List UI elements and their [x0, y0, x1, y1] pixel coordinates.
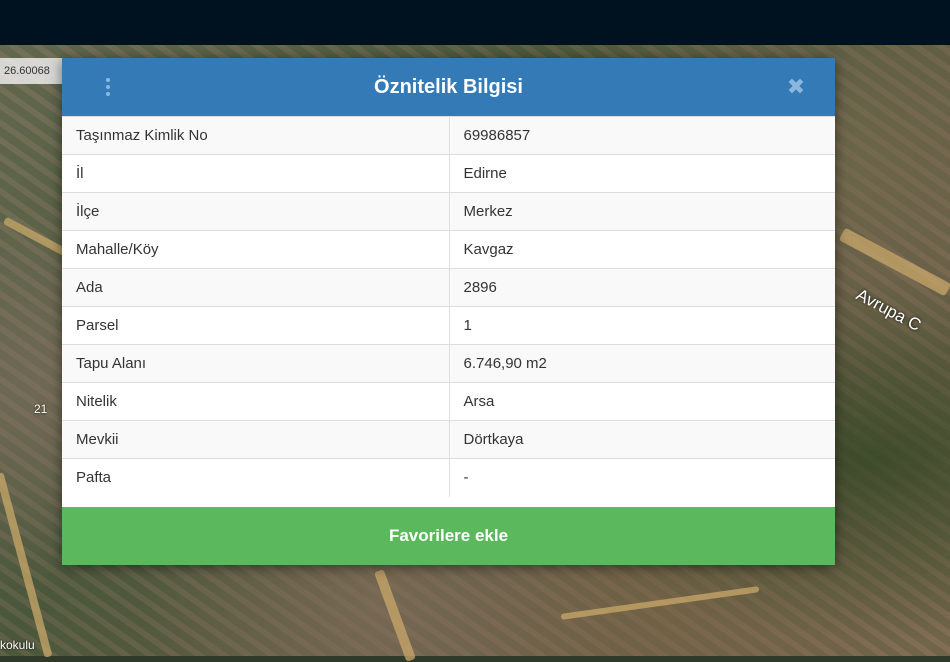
add-to-favorites-button[interactable]: Favorilere ekle	[62, 507, 835, 565]
road	[0, 472, 53, 658]
attribute-key: Nitelik	[62, 382, 450, 421]
attribute-value: 69986857	[449, 116, 835, 155]
dialog-title: Öznitelik Bilgisi	[374, 76, 523, 98]
table-row: Mevkii Dörtkaya	[62, 420, 835, 459]
table-row: İl Edirne	[62, 154, 835, 193]
table-row: Ada 2896	[62, 268, 835, 307]
table-row: Pafta -	[62, 458, 835, 497]
table-row: Parsel 1	[62, 306, 835, 345]
attribute-value: Dörtkaya	[449, 420, 835, 459]
attribute-key: Taşınmaz Kimlik No	[62, 116, 450, 155]
close-icon[interactable]: ✖	[785, 76, 807, 98]
attribute-value: 6.746,90 m2	[449, 344, 835, 383]
attribute-key: Ada	[62, 268, 450, 307]
attribute-key: Pafta	[62, 458, 450, 497]
table-row: Mahalle/Köy Kavgaz	[62, 230, 835, 269]
road	[374, 569, 416, 662]
attribute-key: İl	[62, 154, 450, 193]
road	[560, 586, 760, 620]
building-label: 21	[34, 402, 48, 416]
table-row: Nitelik Arsa	[62, 382, 835, 421]
attribute-value: Merkez	[449, 192, 835, 231]
attribute-key: Tapu Alanı	[62, 344, 450, 383]
top-toolbar	[0, 0, 950, 45]
dialog-header: Öznitelik Bilgisi ✖	[62, 58, 835, 116]
attribute-value: 1	[449, 306, 835, 345]
attribute-value: Edirne	[449, 154, 835, 193]
attribute-value: 2896	[449, 268, 835, 307]
table-row: İlçe Merkez	[62, 192, 835, 231]
attribute-key: Mevkii	[62, 420, 450, 459]
attribute-value: Kavgaz	[449, 230, 835, 269]
attribute-key: Mahalle/Köy	[62, 230, 450, 269]
attribute-value: Arsa	[449, 382, 835, 421]
map-place-label: kokulu	[0, 638, 35, 652]
road	[838, 227, 950, 297]
attribute-key: İlçe	[62, 192, 450, 231]
attribute-key: Parsel	[62, 306, 450, 345]
attribute-info-dialog: Öznitelik Bilgisi ✖ Taşınmaz Kimlik No 6…	[62, 58, 835, 565]
table-row: Taşınmaz Kimlik No 69986857	[62, 116, 835, 155]
attribute-table: Taşınmaz Kimlik No 69986857 İl Edirne İl…	[62, 116, 835, 497]
coordinate-readout: 26.60068	[0, 58, 62, 84]
attribute-value: -	[449, 458, 835, 497]
table-row: Tapu Alanı 6.746,90 m2	[62, 344, 835, 383]
